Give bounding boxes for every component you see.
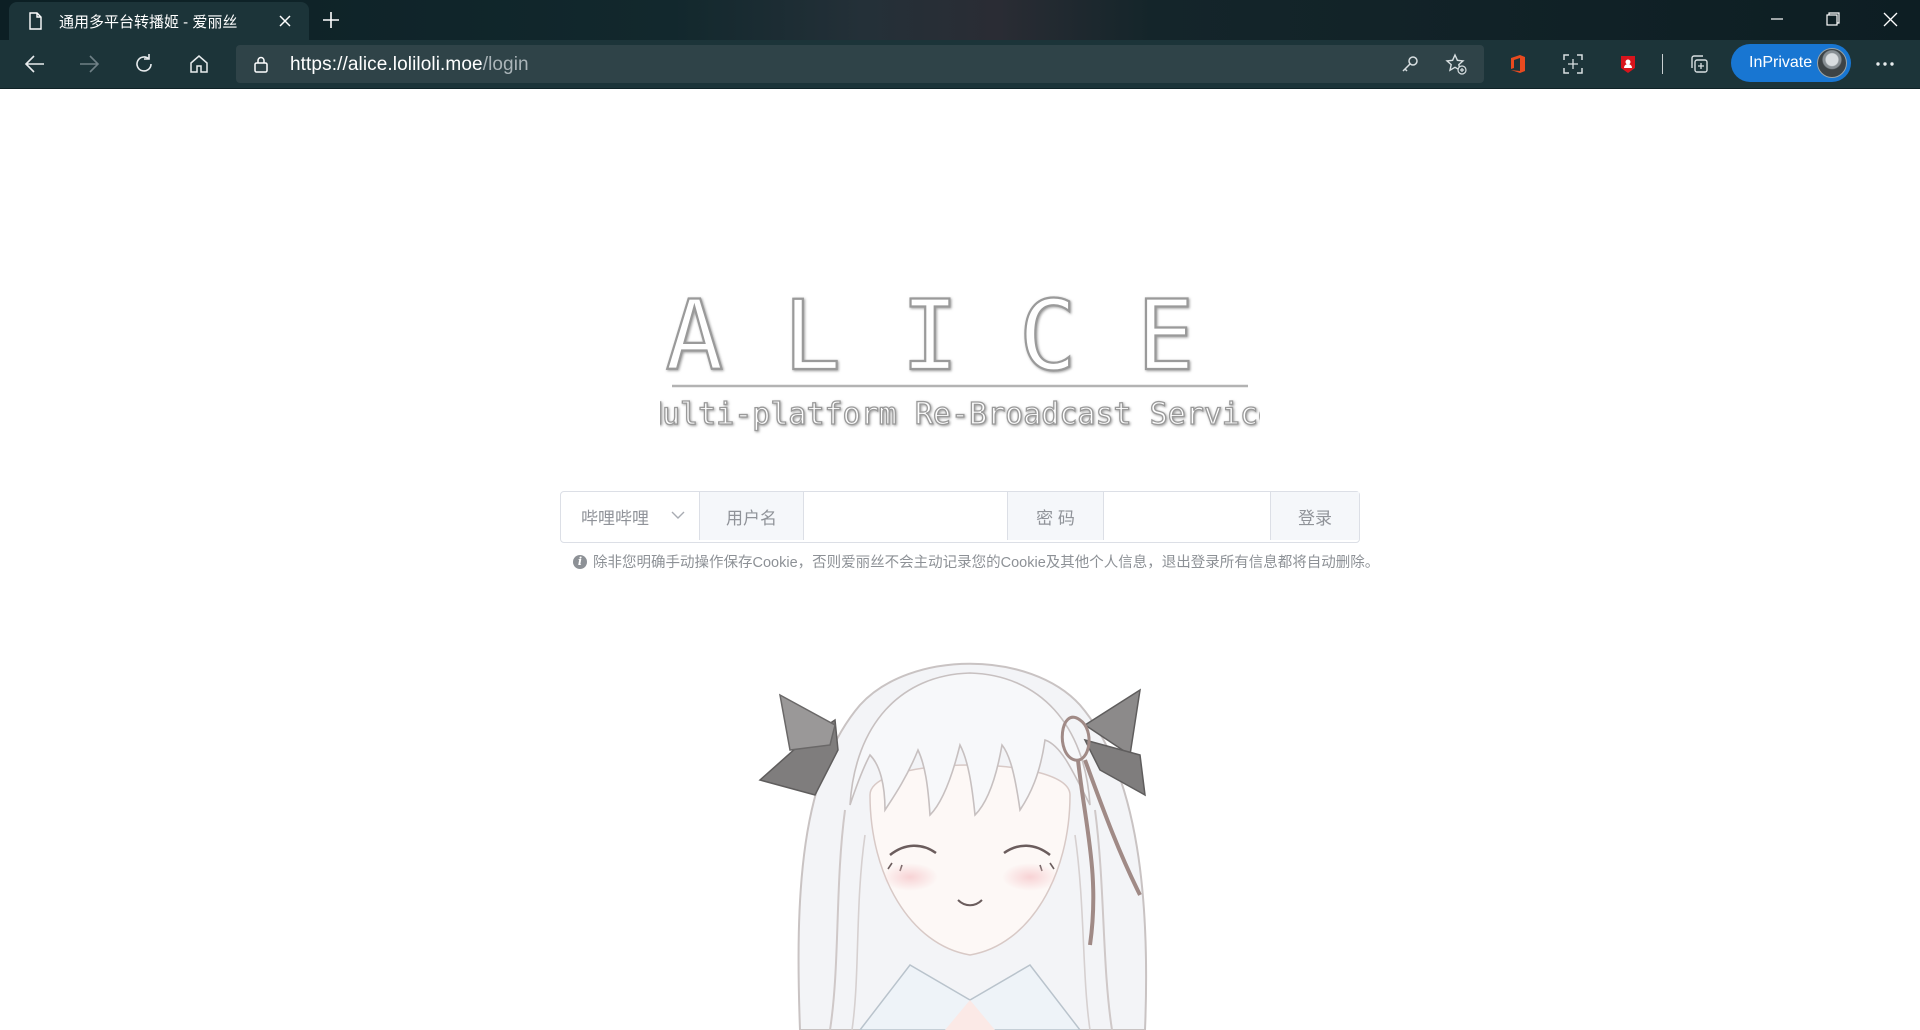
avatar [1817, 48, 1847, 78]
address-bar[interactable]: https://alice.lolilolі.moe/login [236, 45, 1484, 83]
username-input[interactable] [804, 492, 1007, 540]
logo-subtitle: Multi-platform Re-Broadcast Service [660, 397, 1260, 432]
toolbar-divider [1662, 54, 1663, 74]
refresh-icon [136, 54, 152, 72]
back-button[interactable] [16, 45, 54, 83]
collections-icon[interactable] [1680, 45, 1718, 83]
cookie-notice: i 除非您明确手动操作保存Cookie，否则爱丽丝不会主动记录您的Cookie及… [573, 551, 1379, 572]
url-text[interactable]: https://alice.lolilolі.moe/login [290, 54, 529, 76]
password-input[interactable] [1104, 492, 1270, 540]
extension-red-icon[interactable] [1609, 45, 1647, 83]
browser-tab-active[interactable]: 通用多平台转播姬 - 爱丽丝 [9, 2, 309, 40]
platform-select[interactable]: 哔哩哔哩 [561, 492, 700, 540]
inprivate-label: InPrivate [1749, 54, 1813, 71]
browser-titlebar: 通用多平台转播姬 - 爱丽丝 [0, 0, 1920, 40]
close-window-button[interactable] [1862, 0, 1918, 38]
login-button[interactable]: 登录 [1271, 492, 1359, 540]
page-icon [29, 12, 42, 30]
logo-title: ALICE [666, 280, 1255, 392]
close-tab-icon[interactable] [271, 7, 299, 35]
username-field[interactable] [804, 492, 1008, 540]
url-host: alice.lolilolі.moe [347, 54, 483, 75]
login-form: 哔哩哔哩 用户名 密 码 登录 [560, 491, 1360, 543]
office-extension-icon[interactable] [1499, 45, 1537, 83]
restore-button[interactable] [1805, 0, 1861, 38]
info-icon: i [573, 554, 587, 569]
password-key-icon[interactable] [1398, 52, 1422, 76]
browser-toolbar: https://alice.lolilolі.moe/login InPriva… [0, 40, 1920, 89]
cookie-notice-text: 除非您明确手动操作保存Cookie，否则爱丽丝不会主动记录您的Cookie及其他… [593, 555, 1380, 571]
screenshot-icon[interactable] [1554, 45, 1592, 83]
arrow-right-icon [80, 55, 100, 73]
chevron-down-icon [671, 511, 685, 519]
password-field[interactable] [1104, 492, 1271, 540]
inprivate-button[interactable]: InPrivate [1731, 44, 1851, 82]
add-favorite-icon[interactable] [1444, 52, 1468, 76]
mascot-illustration [758, 662, 1148, 1030]
url-scheme: https:// [290, 54, 348, 75]
new-tab-button[interactable] [316, 5, 346, 35]
username-label: 用户名 [700, 492, 804, 540]
platform-select-value: 哔哩哔哩 [581, 508, 649, 528]
lock-icon[interactable] [252, 55, 270, 73]
home-button[interactable] [180, 45, 218, 83]
url-path: /login [482, 54, 529, 75]
minimize-button[interactable] [1749, 0, 1805, 38]
alice-logo: ALICE Multi-platform Re-Broadcast Servic… [660, 279, 1260, 433]
more-menu-icon[interactable] [1866, 45, 1904, 83]
forward-button[interactable] [70, 45, 108, 83]
password-label: 密 码 [1008, 492, 1104, 540]
home-icon [190, 55, 208, 73]
tab-title: 通用多平台转播姬 - 爱丽丝 [59, 13, 238, 31]
arrow-left-icon [24, 55, 44, 73]
refresh-button[interactable] [125, 45, 163, 83]
